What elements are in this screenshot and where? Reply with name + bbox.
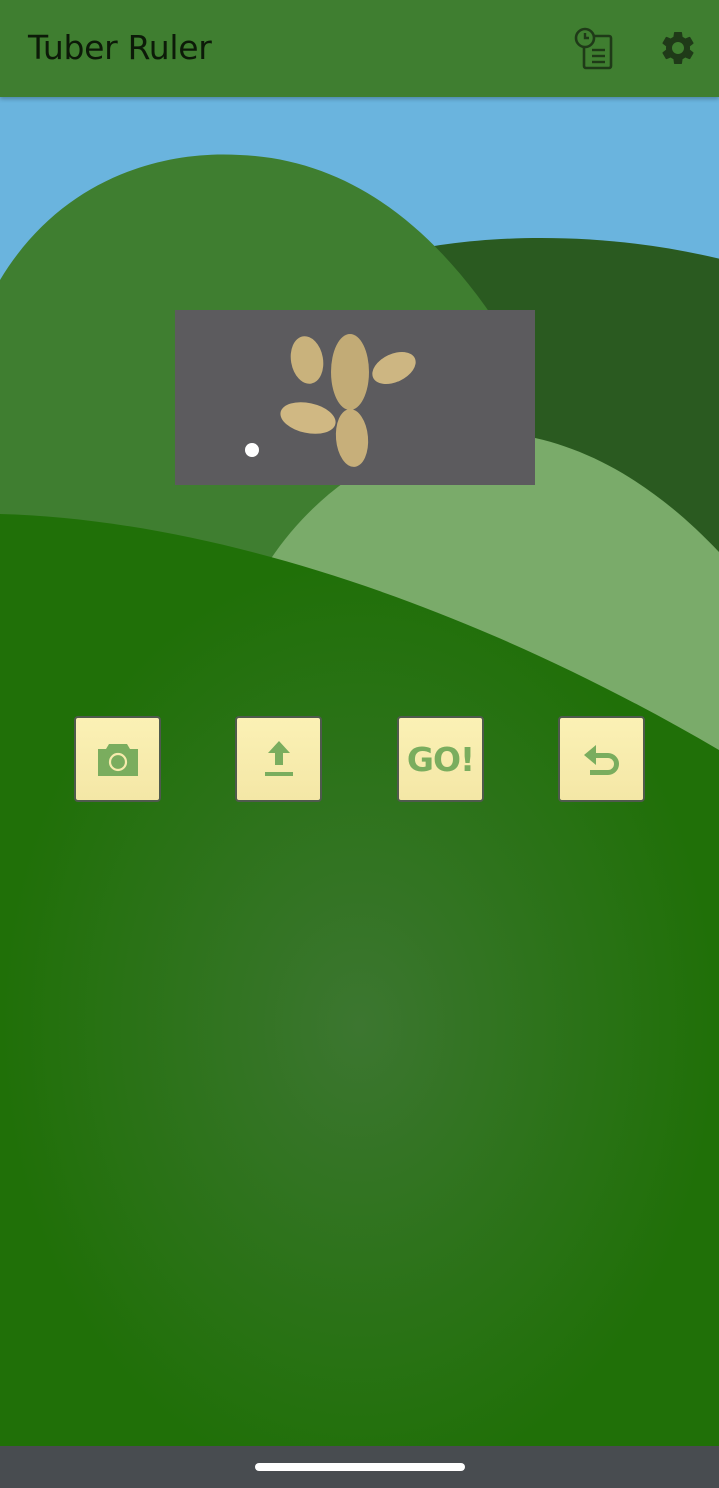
gear-icon [662, 31, 694, 64]
system-nav-bar [0, 1446, 719, 1488]
go-button[interactable]: GO! [397, 716, 484, 802]
undo-icon [583, 745, 619, 775]
upload-button[interactable] [235, 716, 322, 802]
camera-button[interactable] [74, 716, 161, 802]
upload-icon [264, 741, 293, 776]
app-title: Tuber Ruler [28, 28, 212, 67]
history-button[interactable] [572, 26, 616, 72]
undo-button[interactable] [558, 716, 645, 802]
tuber-photo-preview[interactable] [175, 310, 535, 485]
app-bar: Tuber Ruler [0, 0, 719, 97]
app-screen: Tuber Ruler GO! [0, 0, 719, 1488]
history-clipboard-icon [574, 27, 613, 70]
camera-icon [97, 744, 138, 776]
tubers-image [175, 310, 535, 485]
settings-button[interactable] [658, 28, 698, 68]
home-gesture-handle[interactable] [255, 1463, 465, 1471]
go-label: GO! [406, 739, 475, 779]
